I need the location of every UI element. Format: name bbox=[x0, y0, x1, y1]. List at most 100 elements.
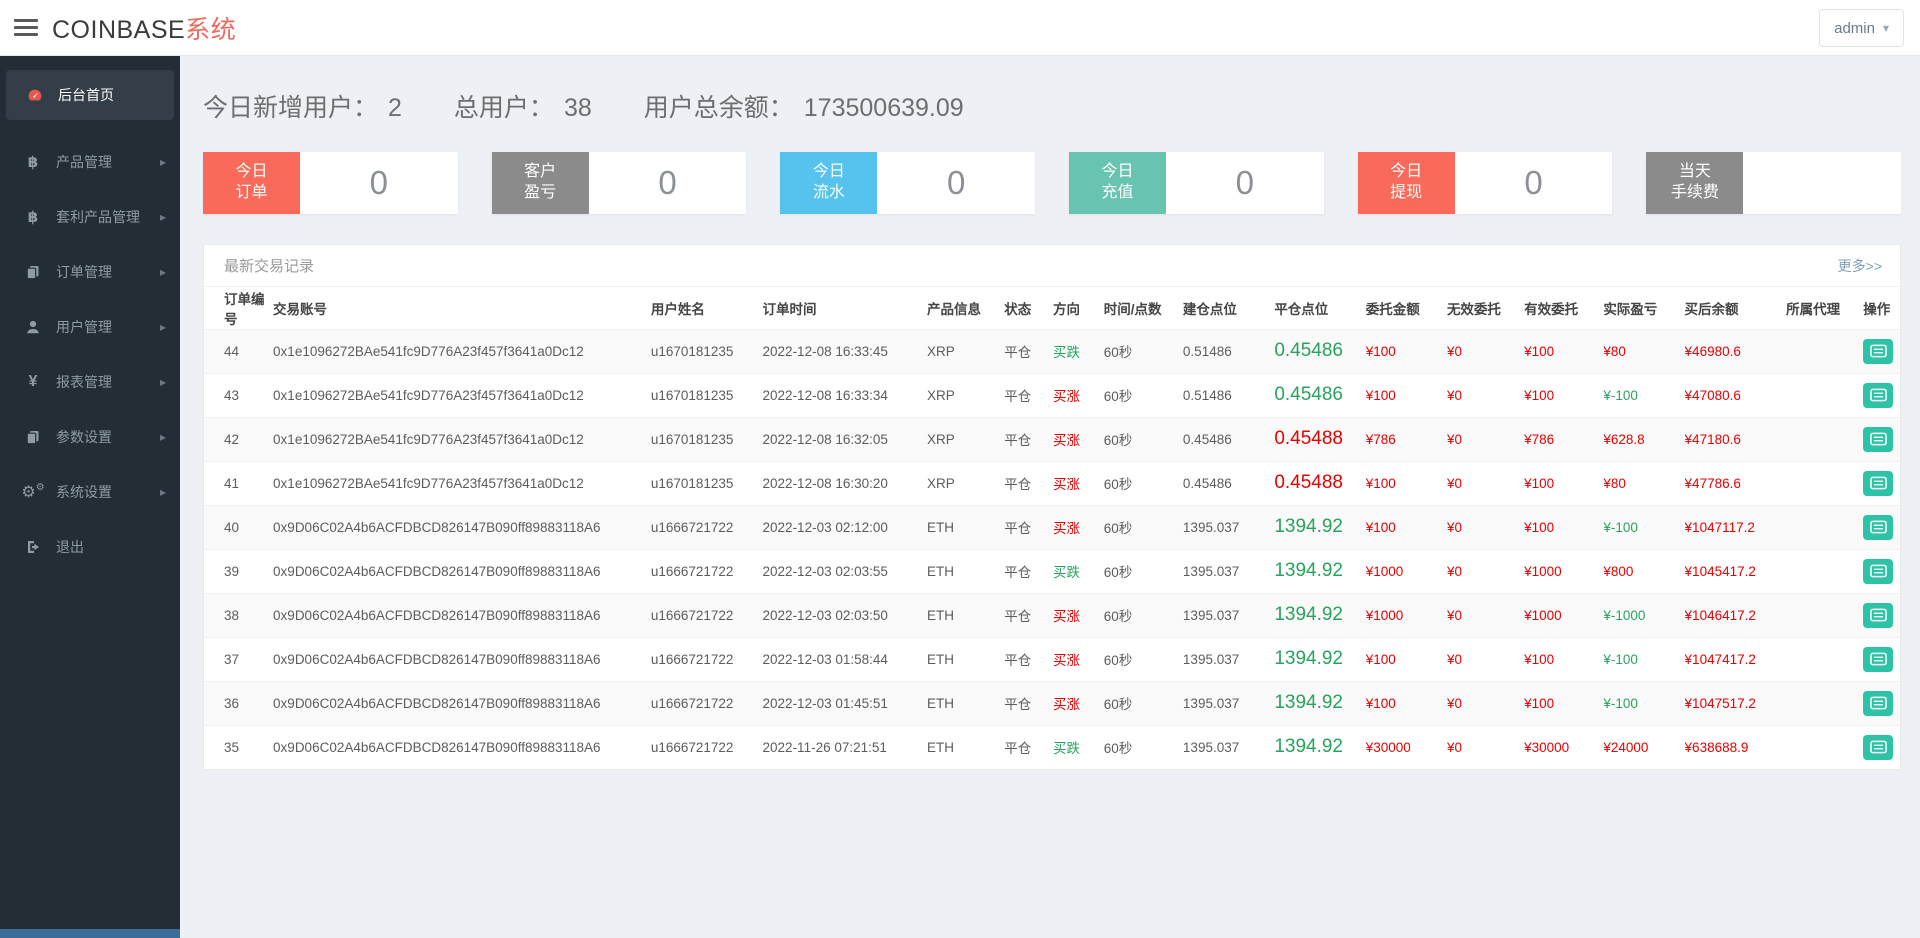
metric-card-label: 今日 订单 bbox=[203, 152, 300, 214]
metric-card-label: 今日 充值 bbox=[1069, 152, 1167, 214]
cell-direction: 买涨 bbox=[1052, 389, 1080, 404]
chevron-right-icon: ▸ bbox=[159, 484, 166, 499]
cell-account: 0x9D06C02A4b6ACFDBCD826147B090ff89883118… bbox=[273, 519, 601, 535]
cell-direction: 买涨 bbox=[1052, 609, 1080, 624]
order-detail-button[interactable] bbox=[1863, 426, 1894, 452]
cell-profit: ¥-100 bbox=[1603, 651, 1638, 667]
horizontal-scrollbar-thumb[interactable] bbox=[0, 929, 180, 938]
column-header: 订单编号 bbox=[224, 291, 265, 327]
cell-invalid: ¥0 bbox=[1446, 475, 1462, 491]
cell-status: 平仓 bbox=[1004, 697, 1032, 712]
cell-invalid: ¥0 bbox=[1446, 695, 1462, 711]
cell-balance: ¥1047117.2 bbox=[1684, 519, 1755, 535]
cell-account: 0x9D06C02A4b6ACFDBCD826147B090ff89883118… bbox=[273, 563, 601, 579]
main-content: 今日新增用户： 2 总用户： 38 用户总余额： 173500639.09 今日… bbox=[180, 56, 1920, 938]
sidebar-item-系统设置[interactable]: ⚙⚙ 系统设置 ▸ bbox=[0, 464, 180, 519]
table-row: 36 0x9D06C02A4b6ACFDBCD826147B090ff898831… bbox=[204, 681, 1900, 725]
table-header: 订单编号 交易账号 用户姓名 订单时间 产品信息 状态 方向 时间/点数 建仓点位 平仓点位 委托金… bbox=[204, 287, 1900, 329]
cell-username: u1670181235 bbox=[650, 431, 734, 447]
dashboard-icon bbox=[24, 87, 46, 103]
sidebar-item-报表管理[interactable]: ¥ 报表管理 ▸ bbox=[0, 354, 180, 409]
cell-product: XRP bbox=[927, 475, 955, 491]
sidebar-item-产品管理[interactable]: ฿ 产品管理 ▸ bbox=[0, 134, 180, 189]
chevron-right-icon: ▸ bbox=[159, 429, 166, 444]
order-detail-button[interactable] bbox=[1863, 338, 1894, 364]
order-detail-button[interactable] bbox=[1863, 602, 1894, 628]
cell-profit: ¥24000 bbox=[1603, 739, 1649, 755]
order-detail-button[interactable] bbox=[1863, 734, 1894, 760]
cell-profit: ¥80 bbox=[1603, 343, 1626, 359]
cell-balance: ¥1047517.2 bbox=[1684, 695, 1756, 711]
order-detail-button[interactable] bbox=[1863, 470, 1894, 496]
user-menu-button[interactable]: admin ▾ bbox=[1819, 9, 1904, 47]
cell-invalid: ¥0 bbox=[1446, 607, 1462, 623]
column-header: 实际盈亏 bbox=[1603, 301, 1658, 317]
cell-balance: ¥638688.9 bbox=[1684, 739, 1749, 755]
sidebar-item-订单管理[interactable]: 订单管理 ▸ bbox=[0, 244, 180, 299]
cell-action bbox=[1863, 549, 1900, 593]
cell-status: 平仓 bbox=[1004, 433, 1032, 448]
sidebar-item-参数设置[interactable]: 参数设置 ▸ bbox=[0, 409, 180, 464]
cell-close_point: 1394.92 bbox=[1274, 648, 1343, 669]
cell-action bbox=[1863, 461, 1900, 505]
order-detail-button[interactable] bbox=[1863, 558, 1894, 584]
cell-id: 39 bbox=[224, 563, 240, 579]
order-detail-button[interactable] bbox=[1863, 382, 1894, 408]
cell-amount: ¥100 bbox=[1365, 695, 1396, 711]
cell-product: ETH bbox=[927, 519, 955, 535]
cell-agent bbox=[1786, 373, 1863, 417]
sidebar-nav: 后台首页 ฿ 产品管理 ▸ ฿ 套利产品管理 ▸ 订单管理 ▸ 用户管理 ▸ ¥… bbox=[0, 56, 180, 938]
cell-id: 44 bbox=[224, 343, 240, 359]
cell-id: 43 bbox=[224, 387, 240, 403]
brand-main: COINBASE bbox=[52, 15, 186, 44]
cell-duration: 60秒 bbox=[1103, 477, 1133, 492]
cell-username: u1666721722 bbox=[650, 563, 734, 579]
cell-account: 0x9D06C02A4b6ACFDBCD826147B090ff89883118… bbox=[273, 695, 601, 711]
cell-balance: ¥46980.6 bbox=[1684, 343, 1741, 359]
cell-amount: ¥100 bbox=[1365, 475, 1396, 491]
hamburger-menu-icon[interactable] bbox=[14, 15, 38, 40]
order-detail-button[interactable] bbox=[1863, 514, 1894, 540]
cell-status: 平仓 bbox=[1004, 389, 1032, 404]
cell-amount: ¥1000 bbox=[1365, 563, 1404, 579]
sidebar-item-后台首页[interactable]: 后台首页 bbox=[6, 70, 174, 120]
column-header: 所属代理 bbox=[1786, 301, 1841, 317]
cell-open_point: 0.45486 bbox=[1182, 431, 1232, 447]
cell-amount: ¥100 bbox=[1365, 651, 1396, 667]
more-link[interactable]: 更多>> bbox=[1838, 256, 1882, 276]
order-detail-button[interactable] bbox=[1863, 690, 1894, 716]
cell-agent bbox=[1786, 637, 1863, 681]
cell-action bbox=[1863, 505, 1900, 549]
cell-direction: 买涨 bbox=[1052, 521, 1080, 536]
order-detail-button[interactable] bbox=[1863, 646, 1894, 672]
sidebar-item-用户管理[interactable]: 用户管理 ▸ bbox=[0, 299, 180, 354]
cell-time: 2022-12-03 01:45:51 bbox=[762, 695, 888, 711]
cell-username: u1670181235 bbox=[650, 475, 734, 491]
column-header: 状态 bbox=[1004, 301, 1032, 317]
cell-balance: ¥47080.6 bbox=[1684, 387, 1741, 403]
table-row: 43 0x1e1096272BAe541fc9D776A23f457f3641a0… bbox=[204, 373, 1900, 417]
cell-close_point: 0.45488 bbox=[1274, 472, 1343, 493]
table-row: 35 0x9D06C02A4b6ACFDBCD826147B090ff898831… bbox=[204, 725, 1900, 769]
cell-valid: ¥30000 bbox=[1524, 739, 1570, 755]
cell-product: ETH bbox=[927, 607, 955, 623]
sidebar-item-退出[interactable]: 退出 bbox=[0, 519, 180, 574]
metric-card: 客户 盈亏 0 bbox=[491, 152, 747, 214]
cell-invalid: ¥0 bbox=[1446, 343, 1462, 359]
cell-profit: ¥-100 bbox=[1603, 387, 1638, 403]
metric-card-label: 今日 流水 bbox=[780, 152, 878, 214]
top-header: COINBASE系统 admin ▾ bbox=[0, 0, 1920, 56]
cell-amount: ¥786 bbox=[1365, 431, 1396, 447]
column-header: 有效委托 bbox=[1524, 301, 1579, 317]
cell-duration: 60秒 bbox=[1103, 697, 1133, 712]
cell-direction: 买跌 bbox=[1052, 565, 1080, 580]
cell-duration: 60秒 bbox=[1103, 389, 1133, 404]
cell-action bbox=[1863, 417, 1900, 461]
column-header: 交易账号 bbox=[273, 301, 328, 317]
summary-stats: 今日新增用户： 2 总用户： 38 用户总余额： 173500639.09 bbox=[203, 88, 1901, 124]
cell-duration: 60秒 bbox=[1103, 741, 1133, 757]
sidebar-item-套利产品管理[interactable]: ฿ 套利产品管理 ▸ bbox=[0, 189, 180, 244]
cell-close_point: 1394.92 bbox=[1274, 560, 1343, 581]
cell-time: 2022-12-03 01:58:44 bbox=[762, 651, 888, 667]
cell-valid: ¥100 bbox=[1524, 651, 1555, 667]
